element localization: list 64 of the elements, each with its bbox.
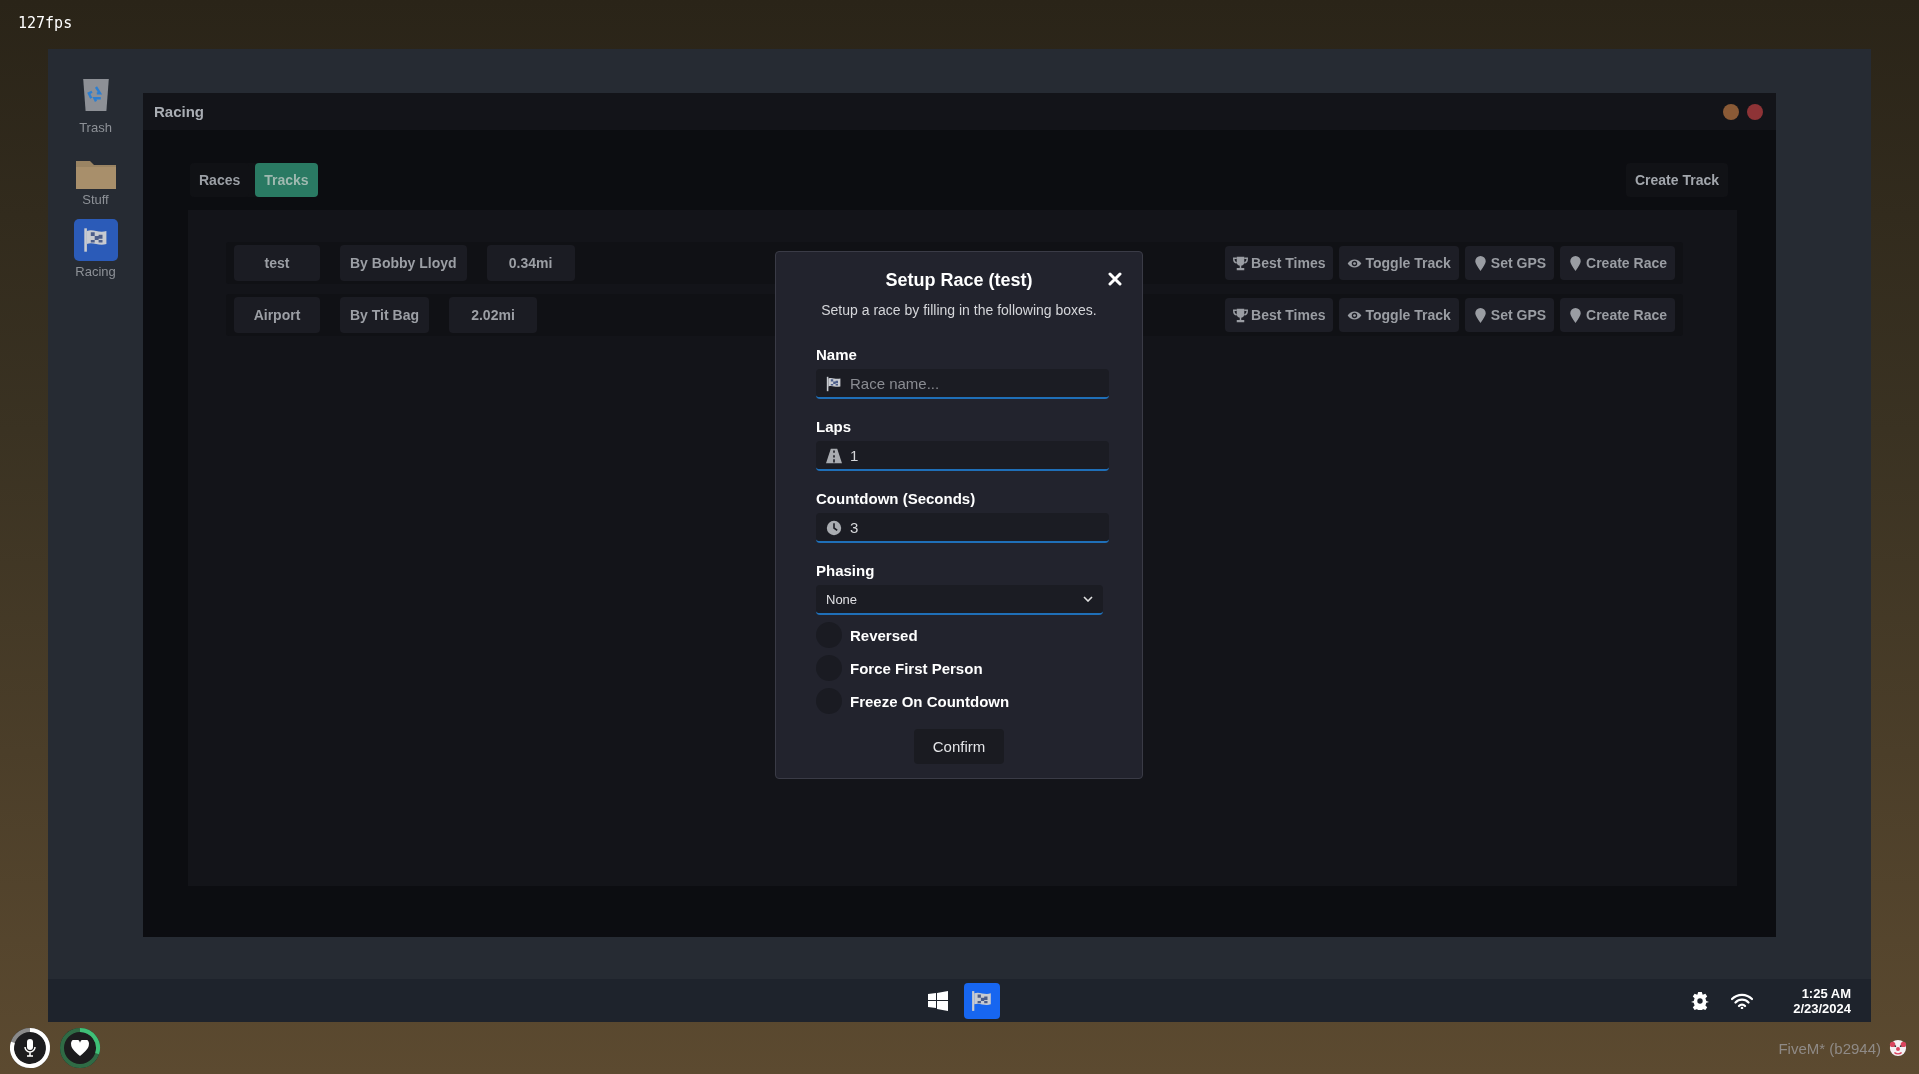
checkered-flag-icon [82,227,109,253]
shortcut-label: Racing [75,264,116,279]
track-action-button[interactable]: Set GPS [1464,298,1555,332]
voice-level-ring [8,1026,52,1070]
clock-icon [826,520,842,536]
track-action-button[interactable]: Toggle Track [1339,298,1459,332]
create-track-button[interactable]: Create Track [1625,163,1728,197]
input-field[interactable]: 1 [816,441,1109,471]
desktop-shortcut[interactable]: Stuff [75,147,116,207]
heart-icon [71,1040,89,1056]
desktop-shortcut[interactable]: Racing [73,219,118,279]
close-dialog-button[interactable] [1106,270,1124,288]
clock-time: 1:25 AM [1801,985,1851,1001]
map-pin-icon [1472,255,1488,271]
dialog-subtitle: Setup a race by filling in the following boxes. [820,302,1098,318]
dialog-title: Setup Race (test) [885,270,1033,291]
track-action-button[interactable]: Best Times [1225,246,1334,280]
fps-counter: 127fps [18,13,73,32]
road-icon [826,448,842,464]
track-action-button[interactable]: Toggle Track [1339,246,1459,280]
clown-face-icon [1889,1039,1907,1057]
build-version: FiveM* (b2944) [1778,1039,1881,1057]
trophy-icon [1233,255,1249,271]
microphone-icon [24,1039,36,1057]
shortcut-label: Stuff [82,192,109,207]
toggle-label: Freeze On Countdown [850,692,1010,710]
input-field[interactable]: Race name... [816,369,1109,399]
confirm-button[interactable]: Confirm [913,729,1005,764]
trophy-icon [1233,307,1249,323]
checkered-flag-icon [826,376,842,392]
wifi-icon[interactable] [1731,992,1754,1009]
track-author: By Bobby Lloyd [340,245,467,281]
toggle-label: Force First Person [850,659,983,677]
checkered-flag-icon [970,989,993,1012]
field-label: Phasing [816,562,876,579]
clock-date: 2/23/2024 [1793,1000,1851,1016]
desktop-shortcut[interactable]: Trash [79,73,112,135]
field-label: Laps [816,418,852,435]
track-name: Airport [234,297,320,333]
field-label: Name [816,346,858,363]
track-action-button[interactable]: Set GPS [1464,246,1555,280]
dropdown[interactable]: None [816,585,1103,615]
track-author: By Tit Bag [340,297,429,333]
input-field[interactable]: 3 [816,513,1109,543]
minimize-button[interactable] [1723,103,1739,120]
map-pin-icon [1472,307,1488,323]
shortcut-label: Trash [79,120,112,135]
window-title: Racing [154,103,204,120]
track-distance: 2.02mi [449,297,537,333]
close-icon [1108,272,1122,286]
track-distance: 0.34mi [486,245,575,281]
track-action-button[interactable]: Best Times [1225,298,1334,332]
racing-taskbar-button[interactable] [963,982,1000,1019]
track-action-button[interactable]: Create Race [1560,246,1675,280]
windows-logo-icon [927,990,948,1011]
chevron-down-icon [1083,596,1093,602]
racing-app-icon[interactable] [73,219,118,261]
track-name: test [234,245,320,281]
map-pin-icon [1568,307,1584,323]
track-action-button[interactable]: Create Race [1560,298,1675,332]
map-pin-icon [1568,255,1584,271]
toggle-label: Reversed [850,626,918,644]
field-label: Countdown (Seconds) [816,490,977,507]
settings-icon[interactable] [1691,991,1710,1010]
